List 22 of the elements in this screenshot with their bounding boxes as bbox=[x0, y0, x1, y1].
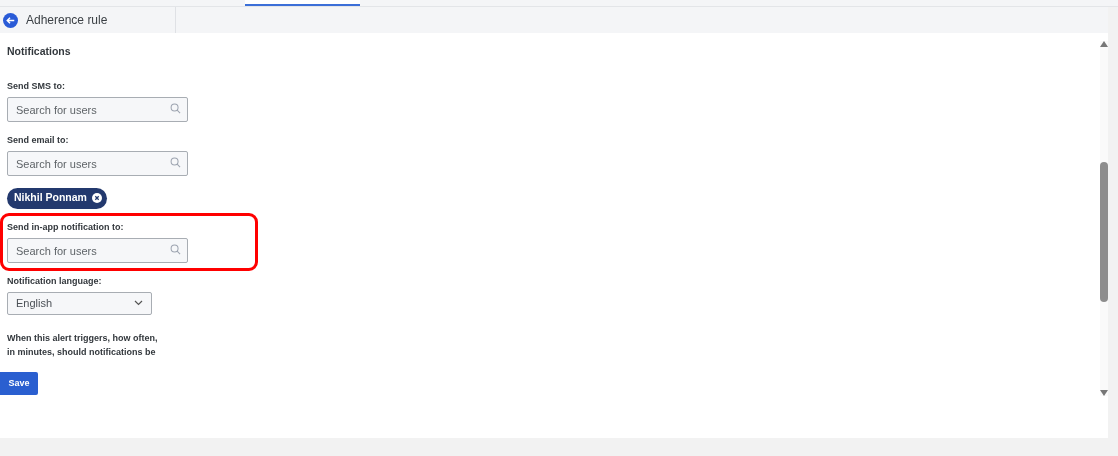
search-icon bbox=[170, 243, 181, 255]
scroll-up-icon[interactable] bbox=[1100, 41, 1108, 47]
page-title: Adherence rule bbox=[26, 12, 108, 29]
scroll-down-icon[interactable] bbox=[1100, 390, 1108, 396]
search-field[interactable]: Search for users bbox=[7, 97, 188, 123]
question-text: in minutes, should notifications be bbox=[7, 346, 157, 360]
search-icon bbox=[170, 156, 181, 168]
field-label: Send SMS to: bbox=[7, 79, 66, 92]
chip-label: Nikhil Ponnam bbox=[14, 190, 87, 206]
question-text: When this alert triggers, how often, bbox=[7, 331, 159, 345]
search-icon bbox=[170, 102, 181, 114]
scrollbar[interactable] bbox=[1100, 41, 1108, 396]
save-button[interactable]: Save bbox=[0, 371, 38, 395]
search-field[interactable]: Search for users bbox=[7, 151, 188, 177]
search-field[interactable]: Search for users bbox=[7, 238, 188, 264]
language-select[interactable]: English bbox=[7, 291, 152, 315]
field-label: Notification language: bbox=[7, 274, 103, 287]
field-label: Send email to: bbox=[7, 133, 70, 146]
remove-icon[interactable] bbox=[91, 193, 102, 204]
section-title: Notifications bbox=[7, 44, 72, 59]
chevron-down-icon bbox=[134, 300, 143, 307]
field-label: Send in-app notification to: bbox=[7, 220, 125, 233]
